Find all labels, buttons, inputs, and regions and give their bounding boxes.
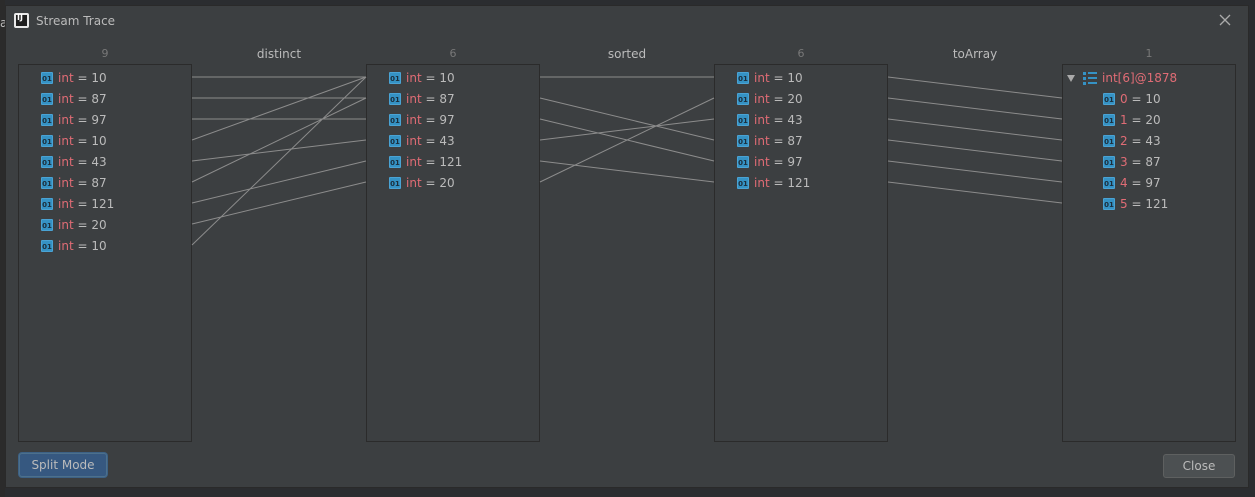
primitive-value-icon: 01	[1103, 135, 1115, 147]
trace-link-line	[539, 97, 715, 141]
expand-toggle-icon[interactable]	[1067, 74, 1075, 82]
list-item[interactable]: 01 5 = 121	[1103, 196, 1168, 212]
trace-link-line	[887, 118, 1063, 141]
close-button[interactable]: Close	[1163, 454, 1235, 478]
column-count-source: 9	[101, 47, 109, 60]
list-item[interactable]: 01 int = 10	[737, 70, 803, 86]
list-item[interactable]: 01 int = 43	[737, 112, 803, 128]
primitive-value-icon: 01	[41, 93, 53, 105]
trace-link-line	[539, 118, 715, 162]
column-count-distinct: 6	[449, 47, 457, 60]
list-item[interactable]: 01 0 = 10	[1103, 91, 1161, 107]
primitive-value-icon: 01	[389, 135, 401, 147]
operation-label-toarray: toArray	[952, 47, 998, 61]
primitive-value-icon: 01	[41, 219, 53, 231]
list-item[interactable]: 01 int = 10	[41, 133, 107, 149]
primitive-value-icon: 01	[41, 177, 53, 189]
trace-link-line	[191, 76, 367, 141]
array-icon	[1083, 71, 1097, 85]
list-item[interactable]: 01 int = 43	[389, 133, 455, 149]
list-item[interactable]: 01 int = 87	[41, 175, 107, 191]
trace-link-line	[887, 97, 1063, 120]
primitive-value-icon: 01	[737, 156, 749, 168]
primitive-value-icon: 01	[389, 177, 401, 189]
list-item[interactable]: 01 4 = 97	[1103, 175, 1161, 191]
primitive-value-icon: 01	[1103, 198, 1115, 210]
list-item[interactable]: 01 int = 87	[41, 91, 107, 107]
primitive-value-icon: 01	[1103, 156, 1115, 168]
trace-link-line	[191, 181, 367, 225]
primitive-value-icon: 01	[737, 177, 749, 189]
primitive-value-icon: 01	[41, 156, 53, 168]
dialog-titlebar: Stream Trace	[6, 6, 1248, 36]
list-item[interactable]: 01 int = 121	[41, 196, 114, 212]
list-item[interactable]: 01 1 = 20	[1103, 112, 1161, 128]
trace-link-line	[191, 97, 367, 183]
primitive-value-icon: 01	[737, 93, 749, 105]
primitive-value-icon: 01	[41, 72, 53, 84]
result-array-panel[interactable]: int[6]@1878 01 0 = 10 01 1 = 20 01 2 = 43 0…	[1062, 64, 1236, 442]
primitive-value-icon: 01	[389, 156, 401, 168]
primitive-value-icon: 01	[389, 72, 401, 84]
list-item[interactable]: 01 int = 97	[41, 112, 107, 128]
trace-link-line	[191, 160, 367, 204]
primitive-value-icon: 01	[1103, 177, 1115, 189]
operation-label-sorted: sorted	[607, 47, 647, 61]
list-item[interactable]: 01 int = 97	[737, 154, 803, 170]
trace-link-line	[191, 139, 367, 162]
column-count-result: 1	[1145, 47, 1153, 60]
sorted-values-panel[interactable]: 01 int = 10 01 int = 20 01 int = 43 01 int =…	[714, 64, 888, 442]
primitive-value-icon: 01	[41, 198, 53, 210]
operation-label-distinct: distinct	[256, 47, 302, 61]
stream-trace-dialog: Stream Trace 9 distinct 6 sorted 6 toArr…	[5, 5, 1249, 488]
list-item[interactable]: 01 int = 20	[41, 217, 107, 233]
primitive-value-icon: 01	[737, 72, 749, 84]
trace-link-line	[539, 160, 715, 183]
list-item[interactable]: 01 int = 10	[41, 70, 107, 86]
trace-link-line	[539, 97, 715, 183]
trace-link-line	[887, 181, 1063, 204]
list-item[interactable]: 01 int = 10	[389, 70, 455, 86]
trace-link-line	[887, 139, 1063, 162]
trace-link-line	[887, 76, 1063, 99]
primitive-value-icon: 01	[737, 135, 749, 147]
list-item[interactable]: 01 int = 87	[737, 133, 803, 149]
list-item[interactable]: 01 int = 20	[737, 91, 803, 107]
list-item[interactable]: 01 2 = 43	[1103, 133, 1161, 149]
array-root-node[interactable]: int[6]@1878	[1067, 70, 1177, 86]
list-item[interactable]: 01 int = 97	[389, 112, 455, 128]
primitive-value-icon: 01	[389, 114, 401, 126]
trace-link-line	[191, 76, 367, 246]
column-count-sorted: 6	[797, 47, 805, 60]
primitive-value-icon: 01	[737, 114, 749, 126]
primitive-value-icon: 01	[389, 93, 401, 105]
list-item[interactable]: 01 3 = 87	[1103, 154, 1161, 170]
primitive-value-icon: 01	[41, 240, 53, 252]
primitive-value-icon: 01	[41, 135, 53, 147]
list-item[interactable]: 01 int = 20	[389, 175, 455, 191]
list-item[interactable]: 01 int = 121	[389, 154, 462, 170]
list-item[interactable]: 01 int = 10	[41, 238, 107, 254]
distinct-values-panel[interactable]: 01 int = 10 01 int = 87 01 int = 97 01 int =…	[366, 64, 540, 442]
primitive-value-icon: 01	[1103, 114, 1115, 126]
primitive-value-icon: 01	[1103, 93, 1115, 105]
close-icon[interactable]	[1217, 12, 1233, 28]
array-label: int[6]@1878	[1102, 71, 1178, 85]
split-mode-button[interactable]: Split Mode	[19, 453, 107, 477]
list-item[interactable]: 01 int = 87	[389, 91, 455, 107]
list-item[interactable]: 01 int = 121	[737, 175, 810, 191]
source-values-panel[interactable]: 01 int = 10 01 int = 87 01 int = 97 01 int =…	[18, 64, 192, 442]
dialog-title: Stream Trace	[36, 14, 116, 28]
trace-link-line	[887, 160, 1063, 183]
trace-link-line	[539, 118, 715, 141]
intellij-idea-icon	[14, 13, 29, 28]
primitive-value-icon: 01	[41, 114, 53, 126]
list-item[interactable]: 01 int = 43	[41, 154, 107, 170]
